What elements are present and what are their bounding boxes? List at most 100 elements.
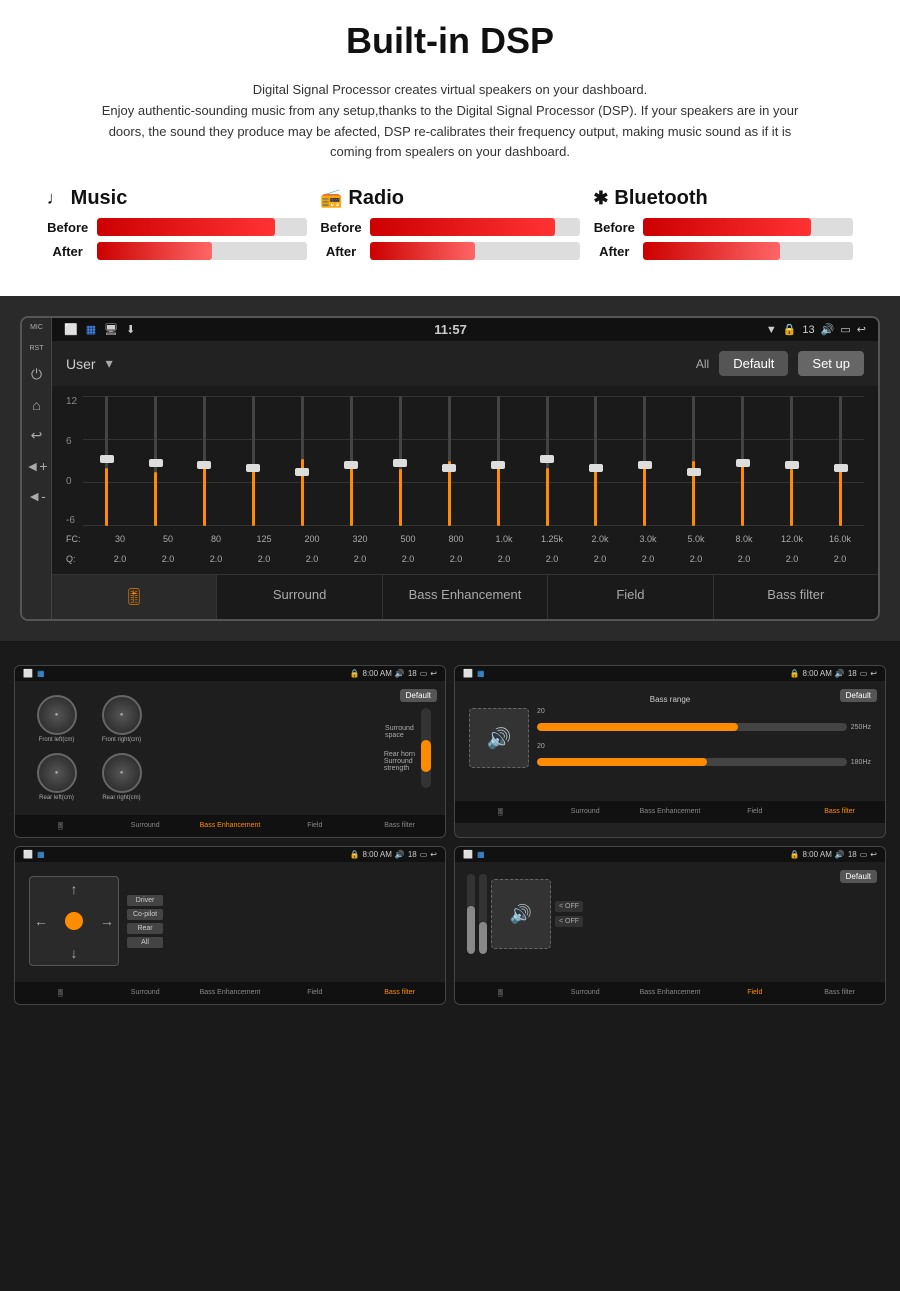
ss1-tab-bass-enh[interactable]: Bass Enhancement — [189, 819, 272, 833]
ss3-tab-bass-enh[interactable]: Bass Enhancement — [189, 986, 272, 1000]
ss4-tab-surround[interactable]: Surround — [544, 986, 627, 1000]
bass-content: 🔊 20 250Hz 20 — [469, 708, 871, 768]
fader-handle-8[interactable] — [491, 461, 505, 469]
ss2-tab-bass-enh[interactable]: Bass Enhancement — [629, 805, 712, 819]
all-label: All — [696, 357, 709, 371]
ss1-tab-eq[interactable]: 🎚 — [19, 819, 102, 833]
q-value-3: 2.0 — [240, 554, 288, 564]
ss3-tab-field[interactable]: Field — [273, 986, 356, 1000]
status-right: ▼ 🔒 13 🔊 ▭ ↩ — [766, 323, 866, 336]
fader-handle-10[interactable] — [589, 464, 603, 472]
ss1-default-btn[interactable]: Default — [400, 689, 437, 702]
freq-label-13: 8.0k — [720, 534, 768, 544]
ss2-tab-bass-filter[interactable]: Bass filter — [798, 805, 881, 819]
bass-slider1-fill — [537, 723, 738, 731]
field-btn-copilot[interactable]: Co-pilot — [127, 909, 163, 920]
ss4-tab-bass-enh[interactable]: Bass Enhancement — [629, 986, 712, 1000]
fader-col-15[interactable] — [817, 396, 864, 526]
fader-col-6[interactable] — [377, 396, 424, 526]
app-icon-3: 🖥 — [104, 323, 118, 336]
ss4-tabs: 🎚 Surround Bass Enhancement Field Bass f… — [455, 982, 885, 1004]
vol-up-icon[interactable]: ◄+ — [25, 458, 47, 474]
ss1-tab-bass-filter[interactable]: Bass filter — [358, 819, 441, 833]
ss3-tab-eq[interactable]: 🎚 — [19, 986, 102, 1000]
tab-eq[interactable]: 🎚 — [52, 575, 217, 619]
fader-handle-3[interactable] — [246, 464, 260, 472]
bass-slider2-end: 180Hz — [851, 759, 871, 766]
tab-bass-filter[interactable]: Bass filter — [714, 575, 878, 619]
ss2-tab-surround[interactable]: Surround — [544, 805, 627, 819]
fader-col-7[interactable] — [426, 396, 473, 526]
ss3-tab-surround[interactable]: Surround — [104, 986, 187, 1000]
window-icon: ▭ — [840, 323, 850, 336]
fader-col-5[interactable] — [328, 396, 375, 526]
surround-space-label: Surroundspace — [385, 725, 414, 739]
fader-col-0[interactable] — [83, 396, 130, 526]
fader-col-9[interactable] — [524, 396, 571, 526]
vol-down-icon[interactable]: ◄- — [27, 488, 46, 504]
surround-screen: ● Front left(cm) ● Front right(cm) ● Rea… — [23, 689, 437, 807]
ss4-tab-eq[interactable]: 🎚 — [459, 986, 542, 1000]
fader-col-11[interactable] — [621, 396, 668, 526]
setup-button[interactable]: Set up — [798, 351, 864, 376]
fader-handle-1[interactable] — [149, 459, 163, 467]
fader-handle-0[interactable] — [100, 455, 114, 463]
fader-track-3 — [252, 396, 255, 526]
ss4-tab-field[interactable]: Field — [713, 986, 796, 1000]
ss4-default-btn[interactable]: Default — [840, 870, 877, 883]
tab-bass-enhancement[interactable]: Bass Enhancement — [383, 575, 548, 619]
home-icon[interactable]: ⌂ — [32, 397, 40, 413]
before-bar-bg-3 — [643, 218, 853, 236]
q-value-10: 2.0 — [576, 554, 624, 564]
power-icon[interactable]: ⏻ — [31, 366, 42, 383]
bf-off-btn-2[interactable]: < OFF — [555, 916, 583, 927]
fader-col-8[interactable] — [475, 396, 522, 526]
dsp-tab-bar: 🎚 Surround Bass Enhancement Field Bass f… — [52, 574, 878, 619]
fader-col-13[interactable] — [719, 396, 766, 526]
ss2-tab-eq[interactable]: 🎚 — [459, 805, 542, 819]
ss1-tab-field[interactable]: Field — [273, 819, 356, 833]
freq-label-1: 50 — [144, 534, 192, 544]
back-icon[interactable]: ↩ — [31, 427, 43, 444]
fader-handle-4[interactable] — [295, 468, 309, 476]
bf-off-controls: < OFF < OFF — [555, 901, 583, 927]
fader-col-1[interactable] — [132, 396, 179, 526]
fader-handle-11[interactable] — [638, 461, 652, 469]
fader-handle-6[interactable] — [393, 459, 407, 467]
fader-col-12[interactable] — [670, 396, 717, 526]
field-btn-rear[interactable]: Rear — [127, 923, 163, 934]
tab-surround[interactable]: Surround — [217, 575, 382, 619]
fader-col-2[interactable] — [181, 396, 228, 526]
ba-after-music: After — [47, 242, 307, 260]
nav-back-icon[interactable]: ↩ — [857, 323, 866, 336]
fader-handle-7[interactable] — [442, 464, 456, 472]
fader-handle-5[interactable] — [344, 461, 358, 469]
default-button[interactable]: Default — [719, 351, 788, 376]
fader-handle-15[interactable] — [834, 464, 848, 472]
bass-slider1-end: 250Hz — [851, 724, 871, 731]
tab-field[interactable]: Field — [548, 575, 713, 619]
ss4-win: ▭ — [860, 850, 868, 859]
fader-handle-2[interactable] — [197, 461, 211, 469]
ss1-lock-icon: 🔒 — [350, 669, 360, 678]
fader-col-10[interactable] — [573, 396, 620, 526]
fader-track-9 — [546, 396, 549, 526]
field-btn-driver[interactable]: Driver — [127, 895, 163, 906]
fader-handle-12[interactable] — [687, 468, 701, 476]
page-title: Built-in DSP — [40, 20, 860, 62]
fader-col-4[interactable] — [279, 396, 326, 526]
field-btn-all[interactable]: All — [127, 937, 163, 948]
preset-dropdown-icon[interactable]: ▾ — [106, 355, 113, 372]
bf-off-btn-1[interactable]: < OFF — [555, 901, 583, 912]
fader-col-14[interactable] — [768, 396, 815, 526]
freq-label-10: 2.0k — [576, 534, 624, 544]
ss4-tab-bass-filter[interactable]: Bass filter — [798, 986, 881, 1000]
ss1-tab-surround[interactable]: Surround — [104, 819, 187, 833]
ss3-tab-bass-filter[interactable]: Bass filter — [358, 986, 441, 1000]
fader-handle-9[interactable] — [540, 455, 554, 463]
fader-col-3[interactable] — [230, 396, 277, 526]
ss2-tab-field[interactable]: Field — [713, 805, 796, 819]
fader-handle-13[interactable] — [736, 459, 750, 467]
ss2-default-btn[interactable]: Default — [840, 689, 877, 702]
fader-handle-14[interactable] — [785, 461, 799, 469]
